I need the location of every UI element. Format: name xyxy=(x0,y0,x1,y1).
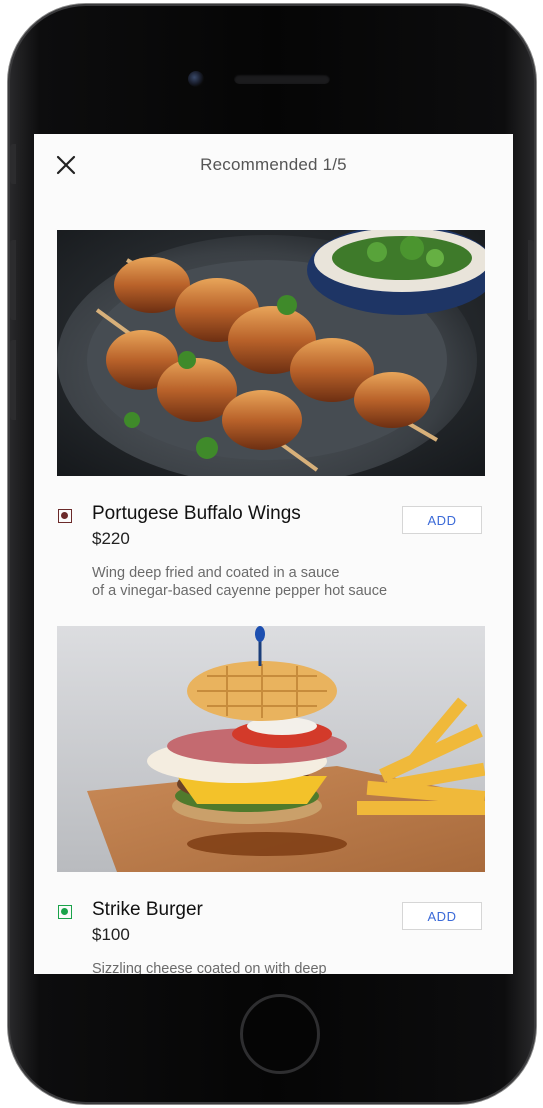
add-button[interactable]: ADD xyxy=(402,506,482,534)
page-title: Recommended 1/5 xyxy=(200,155,347,174)
home-button[interactable] xyxy=(240,994,320,1074)
veg-indicator-icon xyxy=(58,905,72,919)
menu-item: Portugese Buffalo Wings $220 ADD Wing de… xyxy=(57,230,485,599)
add-button[interactable]: ADD xyxy=(402,902,482,930)
description-line: of a vinegar-based cayenne pepper hot sa… xyxy=(92,583,388,599)
volume-up-button xyxy=(10,240,16,320)
burger-fries-image xyxy=(57,626,485,872)
ringer-switch xyxy=(10,144,16,184)
power-button xyxy=(528,240,534,320)
description-line: Wing deep fried and coated in a sauce xyxy=(92,565,340,581)
item-info: Portugese Buffalo Wings $220 ADD Wing de… xyxy=(57,476,485,599)
item-name: Portugese Buffalo Wings xyxy=(92,503,301,524)
item-description: Wing deep fried and coated in a sauce of… xyxy=(92,564,472,600)
item-price: $100 xyxy=(92,925,130,944)
app-screen: Recommended 1/5 Portugese Buffalo Wings … xyxy=(34,134,513,974)
modal-header: Recommended 1/5 xyxy=(34,134,513,196)
item-price: $220 xyxy=(92,529,130,548)
front-camera xyxy=(188,71,204,87)
volume-down-button xyxy=(10,340,16,420)
item-description: Sizzling cheese coated on with deep xyxy=(92,960,472,974)
menu-item: Strike Burger $100 ADD Sizzling cheese c… xyxy=(57,626,485,974)
earpiece-speaker xyxy=(234,74,330,84)
item-name: Strike Burger xyxy=(92,899,203,920)
item-info: Strike Burger $100 ADD Sizzling cheese c… xyxy=(57,872,485,974)
description-line: Sizzling cheese coated on with deep xyxy=(92,961,327,974)
non-veg-indicator-icon xyxy=(58,509,72,523)
chicken-skewers-image xyxy=(57,230,485,476)
